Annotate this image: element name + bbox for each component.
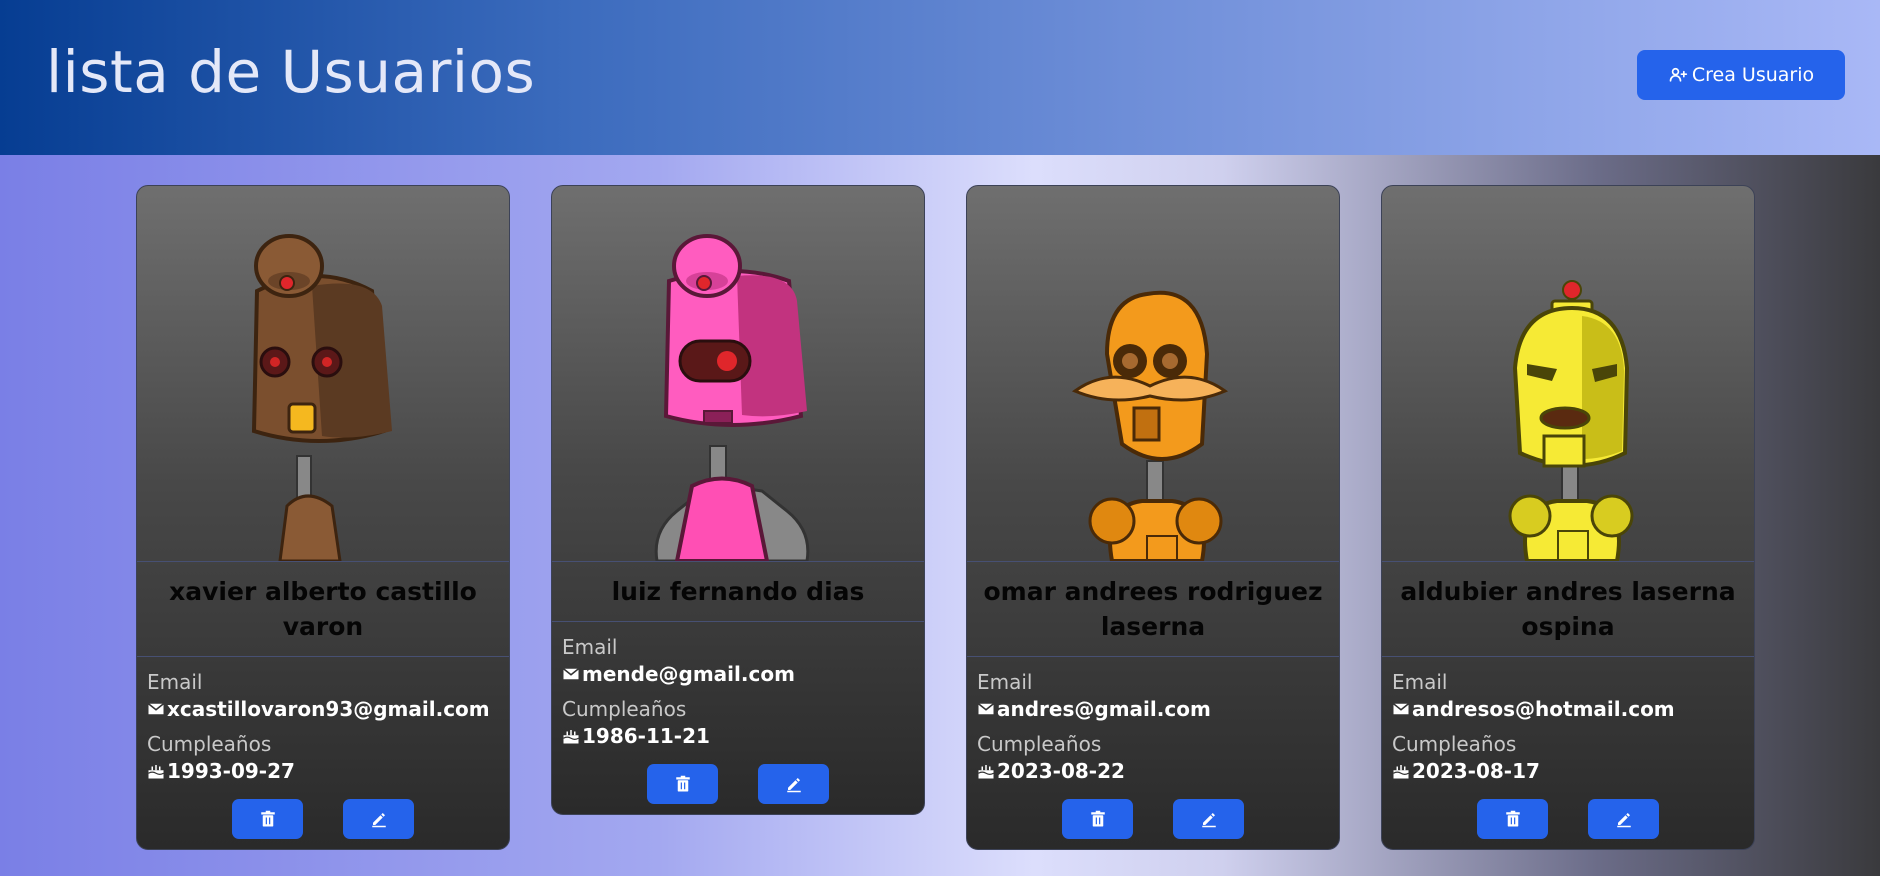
email-text: andresos@hotmail.com [1412, 697, 1675, 721]
pencil-icon [1201, 813, 1216, 828]
header: lista de Usuarios Crea Usuario [0, 0, 1880, 155]
email-value: xcastillovaron93@gmail.com [147, 695, 499, 723]
delete-button[interactable] [647, 764, 718, 804]
edit-button[interactable] [343, 799, 414, 839]
email-value: andres@gmail.com [977, 695, 1329, 723]
pencil-icon [1616, 813, 1631, 828]
card-actions [1382, 793, 1754, 849]
user-card: omar andrees rodriguez laserna Email and… [966, 185, 1340, 850]
delete-button[interactable] [232, 799, 303, 839]
user-card: aldubier andres laserna ospina Email and… [1381, 185, 1755, 850]
page-title: lista de Usuarios [46, 38, 536, 106]
email-text: andres@gmail.com [997, 697, 1211, 721]
email-label: Email [562, 635, 618, 659]
user-name: xavier alberto castillo varon [137, 561, 509, 657]
create-user-button[interactable]: Crea Usuario [1637, 50, 1845, 100]
birthday-text: 2023-08-22 [997, 759, 1125, 783]
envelope-icon [148, 703, 164, 715]
user-plus-icon [1669, 67, 1688, 82]
email-value: mende@gmail.com [562, 660, 914, 688]
user-avatar [137, 186, 509, 561]
email-label: Email [977, 670, 1033, 694]
birthday-label: Cumpleaños [977, 732, 1102, 756]
birthday-label: Cumpleaños [562, 697, 687, 721]
birthday-value: 1993-09-27 [147, 757, 499, 785]
envelope-icon [978, 703, 994, 715]
envelope-icon [563, 668, 579, 680]
birthday-value: 2023-08-17 [1392, 757, 1744, 785]
user-card: luiz fernando dias Email mende@gmail.com… [551, 185, 925, 815]
cake-icon [563, 730, 579, 744]
birthday-text: 2023-08-17 [1412, 759, 1540, 783]
edit-button[interactable] [1173, 799, 1244, 839]
birthday-value: 1986-11-21 [562, 722, 914, 750]
cake-icon [978, 765, 994, 779]
user-avatar [1382, 186, 1754, 561]
card-actions [552, 758, 924, 814]
edit-button[interactable] [1588, 799, 1659, 839]
create-user-label: Crea Usuario [1691, 64, 1815, 86]
delete-button[interactable] [1062, 799, 1133, 839]
user-name: aldubier andres laserna ospina [1382, 561, 1754, 657]
edit-button[interactable] [758, 764, 829, 804]
email-label: Email [1392, 670, 1448, 694]
cake-icon [1393, 765, 1409, 779]
birthday-label: Cumpleaños [1392, 732, 1517, 756]
user-card: xavier alberto castillo varon Email xcas… [136, 185, 510, 850]
email-label: Email [147, 670, 203, 694]
trash-icon [1505, 810, 1520, 827]
trash-icon [1090, 810, 1105, 827]
envelope-icon [1393, 703, 1409, 715]
email-text: mende@gmail.com [582, 662, 795, 686]
card-actions [137, 793, 509, 849]
user-name: omar andrees rodriguez laserna [967, 561, 1339, 657]
cake-icon [148, 765, 164, 779]
pencil-icon [786, 778, 801, 793]
trash-icon [260, 810, 275, 827]
card-actions [967, 793, 1339, 849]
birthday-value: 2023-08-22 [977, 757, 1329, 785]
birthday-label: Cumpleaños [147, 732, 272, 756]
pencil-icon [371, 813, 386, 828]
user-name: luiz fernando dias [552, 561, 924, 622]
email-value: andresos@hotmail.com [1392, 695, 1744, 723]
user-avatar [552, 186, 924, 561]
delete-button[interactable] [1477, 799, 1548, 839]
trash-icon [675, 775, 690, 792]
birthday-text: 1993-09-27 [167, 759, 295, 783]
birthday-text: 1986-11-21 [582, 724, 710, 748]
email-text: xcastillovaron93@gmail.com [167, 697, 490, 721]
user-avatar [967, 186, 1339, 561]
user-card-list: xavier alberto castillo varon Email xcas… [0, 185, 1880, 865]
